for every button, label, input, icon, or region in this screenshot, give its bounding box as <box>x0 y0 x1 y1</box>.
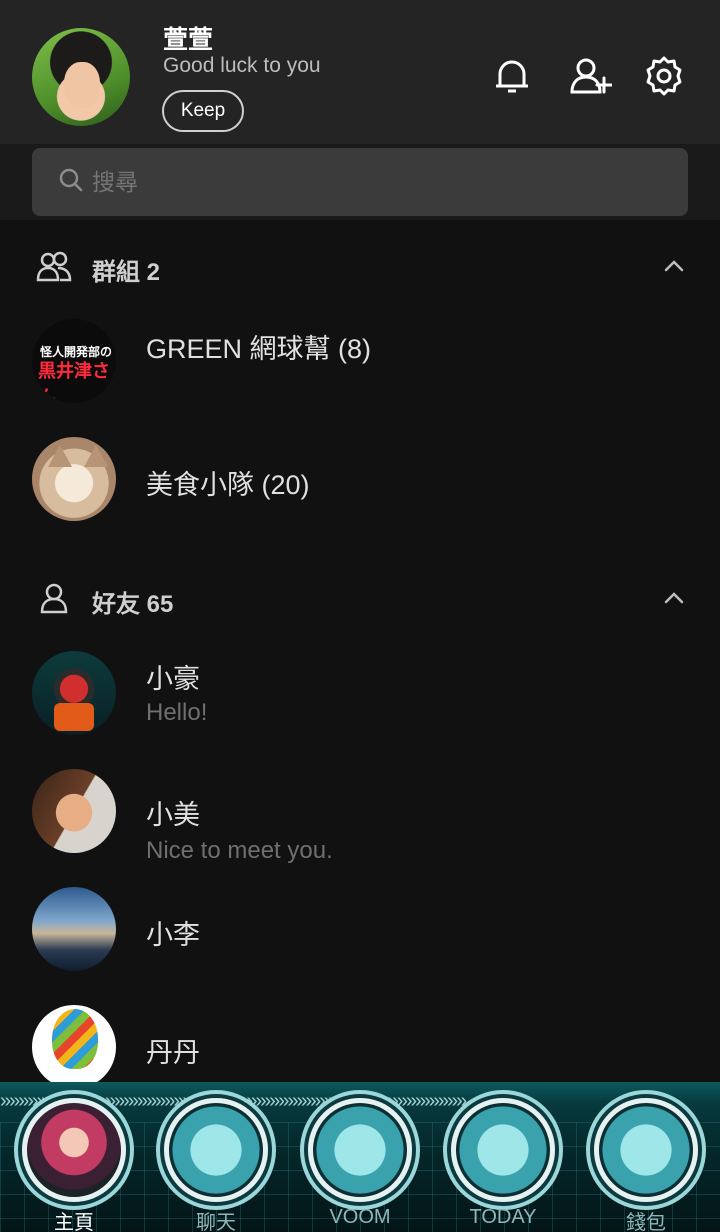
friend-avatar <box>32 1005 116 1089</box>
chevron-up-icon[interactable] <box>660 254 688 278</box>
search-icon <box>58 167 84 198</box>
tab-label: 聊天 <box>196 1212 236 1232</box>
wallet-tab-icon <box>594 1098 698 1202</box>
friend-status: Nice to meet you. <box>146 837 333 864</box>
keep-button[interactable]: Keep <box>162 90 244 132</box>
tab-label: 錢包 <box>626 1212 666 1232</box>
tab-wallet[interactable]: 錢包 <box>586 1090 706 1232</box>
tab-home[interactable]: 主頁 <box>14 1090 134 1232</box>
tab-chat[interactable]: 聊天 <box>156 1090 276 1232</box>
friend-name: 丹丹 <box>146 1038 200 1068</box>
profile-header: 萱萱 Good luck to you Keep <box>0 0 720 144</box>
tab-label: VOOM <box>329 1206 391 1228</box>
search-area <box>0 144 720 220</box>
friend-status: Hello! <box>146 699 208 726</box>
chevron-up-icon[interactable] <box>660 586 688 610</box>
friend-name: 小美 <box>146 800 200 830</box>
bell-icon[interactable] <box>490 54 534 98</box>
tab-voom[interactable]: VOOM <box>300 1090 420 1232</box>
friend-avatar <box>32 887 116 971</box>
group-icon <box>36 251 72 282</box>
voom-tab-icon <box>308 1098 412 1202</box>
profile-avatar[interactable] <box>32 28 130 126</box>
search-input[interactable] <box>92 168 592 196</box>
group-avatar <box>32 437 116 521</box>
groups-title: 群組 2 <box>92 259 161 286</box>
friend-row[interactable]: 小豪 Hello! <box>0 651 720 761</box>
friend-icon <box>40 583 68 614</box>
groups-section-header[interactable]: 群組 2 <box>0 236 720 296</box>
friend-name: 小豪 <box>146 664 200 694</box>
friends-section-header[interactable]: 好友 65 <box>0 568 720 628</box>
group-row[interactable]: 怪人開発部の 黒井津さん GREEN 網球幫 (8) <box>0 319 720 429</box>
profile-status-message[interactable]: Good luck to you <box>163 54 321 78</box>
tab-today[interactable]: TODAY <box>443 1090 563 1232</box>
friend-row[interactable]: 小美 Nice to meet you. <box>0 769 720 879</box>
group-name: GREEN 網球幫 (8) <box>146 334 372 364</box>
search-bar[interactable] <box>32 148 688 216</box>
friend-avatar <box>32 651 116 735</box>
group-avatar: 怪人開発部の 黒井津さん <box>32 319 116 403</box>
group-row[interactable]: 美食小隊 (20) <box>0 437 720 547</box>
home-tab-icon <box>22 1098 126 1202</box>
group-name: 美食小隊 (20) <box>146 470 310 500</box>
tab-label: TODAY <box>469 1206 537 1228</box>
add-friend-icon[interactable] <box>568 54 613 98</box>
friend-name: 小李 <box>146 920 200 950</box>
today-tab-icon <box>451 1098 555 1202</box>
friends-title: 好友 65 <box>92 591 174 618</box>
profile-name[interactable]: 萱萱 <box>163 20 213 56</box>
friend-row[interactable]: 小李 <box>0 887 720 997</box>
bottom-nav: »»»»»»»»»»»»»»»»»»»»»»»»»»»»»»»»»»»»»»»»… <box>0 1082 720 1232</box>
friend-avatar <box>32 769 116 853</box>
chat-tab-icon <box>164 1098 268 1202</box>
tab-label: 主頁 <box>54 1212 94 1232</box>
gear-icon[interactable] <box>642 54 686 98</box>
